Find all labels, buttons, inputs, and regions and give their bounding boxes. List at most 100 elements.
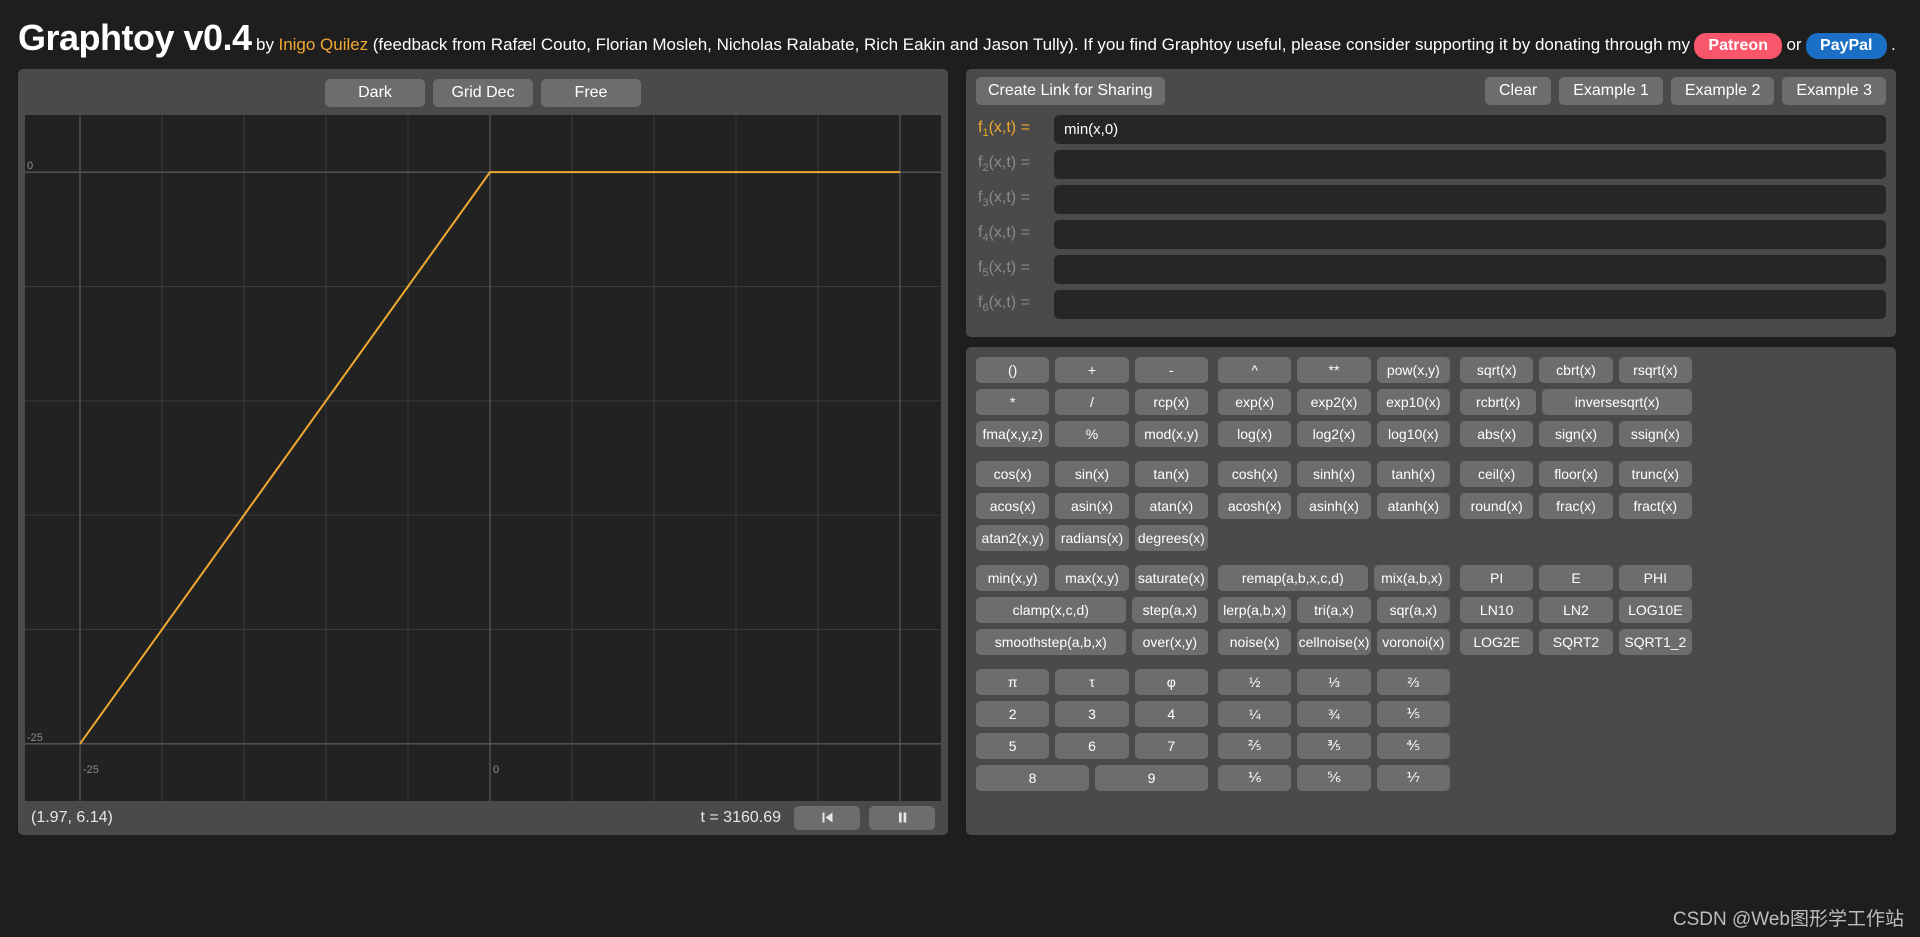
keypad-button[interactable]: sinh(x) (1297, 460, 1371, 487)
keypad-button[interactable]: SQRT2 (1539, 628, 1613, 655)
formula-input-f5[interactable] (1054, 254, 1886, 284)
keypad-button[interactable]: atan2(x,y) (976, 524, 1050, 551)
keypad-button[interactable]: tan(x) (1134, 460, 1208, 487)
keypad-button[interactable]: 4 (1134, 700, 1208, 727)
keypad-button[interactable]: trunc(x) (1618, 460, 1692, 487)
keypad-button[interactable]: cellnoise(x) (1297, 628, 1371, 655)
keypad-button[interactable]: 3 (1055, 700, 1129, 727)
keypad-button[interactable]: ⅙ (1218, 764, 1292, 791)
keypad-button[interactable]: 2 (976, 700, 1050, 727)
keypad-button[interactable]: degrees(x) (1134, 524, 1208, 551)
keypad-button[interactable]: asinh(x) (1297, 492, 1371, 519)
keypad-button[interactable]: E (1539, 564, 1613, 591)
keypad-button[interactable]: ⅓ (1297, 668, 1371, 695)
formula-input-f3[interactable] (1054, 184, 1886, 214)
author-link[interactable]: Inigo Quilez (278, 35, 368, 54)
keypad-button[interactable]: ⅔ (1376, 668, 1450, 695)
keypad-button[interactable]: 5 (976, 732, 1050, 759)
keypad-button[interactable]: sqrt(x) (1460, 356, 1534, 383)
keypad-button[interactable]: ⅕ (1376, 700, 1450, 727)
keypad-button[interactable]: mod(x,y) (1134, 420, 1208, 447)
keypad-button[interactable]: frac(x) (1539, 492, 1613, 519)
keypad-button[interactable]: acos(x) (976, 492, 1050, 519)
keypad-button[interactable]: tanh(x) (1376, 460, 1450, 487)
keypad-button[interactable]: rcp(x) (1134, 388, 1208, 415)
keypad-button[interactable]: cos(x) (976, 460, 1050, 487)
keypad-button[interactable]: rsqrt(x) (1618, 356, 1692, 383)
keypad-button[interactable]: min(x,y) (976, 564, 1050, 591)
keypad-button[interactable]: over(x,y) (1131, 628, 1208, 655)
keypad-button[interactable]: fract(x) (1618, 492, 1692, 519)
keypad-button[interactable]: φ (1134, 668, 1208, 695)
create-link-button[interactable]: Create Link for Sharing (976, 76, 1165, 105)
keypad-button[interactable]: inversesqrt(x) (1542, 388, 1692, 415)
keypad-button[interactable]: smoothstep(a,b,x) (976, 628, 1126, 655)
keypad-button[interactable]: radians(x) (1055, 524, 1129, 551)
keypad-button[interactable]: exp(x) (1218, 388, 1292, 415)
keypad-button[interactable]: sqr(a,x) (1376, 596, 1450, 623)
keypad-button[interactable]: exp10(x) (1376, 388, 1450, 415)
keypad-button[interactable]: ⅐ (1376, 764, 1450, 791)
keypad-button[interactable]: ½ (1218, 668, 1292, 695)
keypad-button[interactable]: sin(x) (1055, 460, 1129, 487)
keypad-button[interactable]: round(x) (1460, 492, 1534, 519)
keypad-button[interactable]: cbrt(x) (1539, 356, 1613, 383)
keypad-button[interactable]: fma(x,y,z) (976, 420, 1050, 447)
paypal-badge[interactable]: PayPal (1806, 33, 1887, 60)
keypad-button[interactable]: log(x) (1218, 420, 1292, 447)
keypad-button[interactable]: sign(x) (1539, 420, 1613, 447)
keypad-button[interactable]: remap(a,b,x,c,d) (1218, 564, 1368, 591)
keypad-button[interactable]: () (976, 356, 1050, 383)
keypad-button[interactable]: step(a,x) (1131, 596, 1208, 623)
example-2-button[interactable]: Example 2 (1670, 76, 1775, 105)
theme-toggle-button[interactable]: Dark (325, 78, 425, 107)
keypad-button[interactable]: ¾ (1297, 700, 1371, 727)
keypad-button[interactable]: floor(x) (1539, 460, 1613, 487)
keypad-button[interactable]: ceil(x) (1460, 460, 1534, 487)
example-1-button[interactable]: Example 1 (1559, 76, 1663, 105)
keypad-button[interactable]: τ (1055, 668, 1129, 695)
formula-input-f4[interactable] (1054, 219, 1886, 249)
keypad-button[interactable]: ⅖ (1218, 732, 1292, 759)
clear-button[interactable]: Clear (1484, 76, 1552, 105)
rewind-button[interactable] (794, 805, 860, 830)
keypad-button[interactable]: 6 (1055, 732, 1129, 759)
view-mode-button[interactable]: Free (541, 78, 641, 107)
keypad-button[interactable]: 9 (1095, 764, 1208, 791)
example-3-button[interactable]: Example 3 (1782, 76, 1886, 105)
keypad-button[interactable]: SQRT1_2 (1618, 628, 1692, 655)
formula-input-f1[interactable] (1054, 114, 1886, 144)
keypad-button[interactable]: lerp(a,b,x) (1218, 596, 1292, 623)
keypad-button[interactable]: ⅗ (1297, 732, 1371, 759)
keypad-button[interactable]: / (1055, 388, 1129, 415)
keypad-button[interactable]: saturate(x) (1134, 564, 1208, 591)
keypad-button[interactable]: noise(x) (1218, 628, 1292, 655)
keypad-button[interactable]: ⅚ (1297, 764, 1371, 791)
keypad-button[interactable]: exp2(x) (1297, 388, 1371, 415)
keypad-button[interactable]: log10(x) (1376, 420, 1450, 447)
patreon-badge[interactable]: Patreon (1694, 33, 1782, 60)
keypad-button[interactable]: acosh(x) (1218, 492, 1292, 519)
keypad-button[interactable]: clamp(x,c,d) (976, 596, 1126, 623)
keypad-button[interactable]: mix(a,b,x) (1373, 564, 1450, 591)
keypad-button[interactable]: abs(x) (1460, 420, 1534, 447)
keypad-button[interactable]: LN2 (1539, 596, 1613, 623)
pause-button[interactable] (869, 805, 935, 830)
keypad-button[interactable]: PHI (1618, 564, 1692, 591)
grid-mode-button[interactable]: Grid Dec (433, 78, 533, 107)
keypad-button[interactable]: * (976, 388, 1050, 415)
keypad-button[interactable]: ** (1297, 356, 1371, 383)
graph-canvas[interactable]: 0 -25 -25 0 (25, 114, 941, 801)
keypad-button[interactable]: asin(x) (1055, 492, 1129, 519)
keypad-button[interactable]: voronoi(x) (1376, 628, 1450, 655)
keypad-button[interactable]: PI (1460, 564, 1534, 591)
keypad-button[interactable]: tri(a,x) (1297, 596, 1371, 623)
keypad-button[interactable]: LOG10E (1618, 596, 1692, 623)
formula-input-f2[interactable] (1054, 149, 1886, 179)
keypad-button[interactable]: LOG2E (1460, 628, 1534, 655)
keypad-button[interactable]: ¼ (1218, 700, 1292, 727)
keypad-button[interactable]: % (1055, 420, 1129, 447)
keypad-button[interactable]: cosh(x) (1218, 460, 1292, 487)
keypad-button[interactable]: + (1055, 356, 1129, 383)
keypad-button[interactable]: atanh(x) (1376, 492, 1450, 519)
